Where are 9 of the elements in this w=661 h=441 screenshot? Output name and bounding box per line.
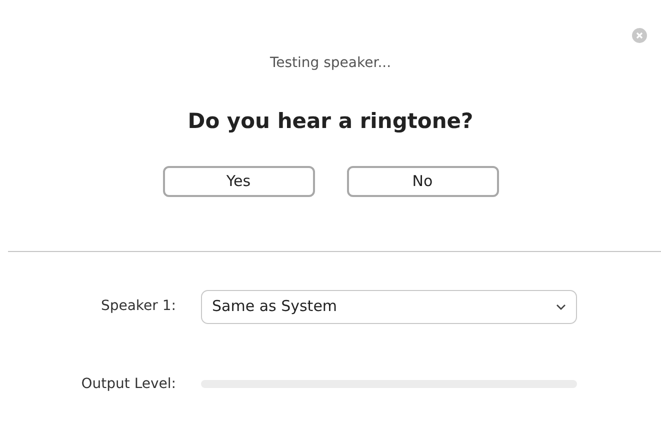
- chevron-down-icon: [556, 304, 566, 310]
- question-heading: Do you hear a ringtone?: [188, 108, 474, 135]
- speaker-dropdown[interactable]: Same as System: [201, 290, 577, 324]
- answer-button[interactable]: No: [346, 166, 498, 196]
- speaker-label: Speaker 1:: [100, 297, 176, 316]
- output-level-label: Output Level:: [81, 374, 176, 394]
- close-icon[interactable]: [632, 28, 647, 43]
- answer-button[interactable]: Yes: [162, 166, 314, 196]
- status-text: Testing speaker...: [270, 54, 392, 73]
